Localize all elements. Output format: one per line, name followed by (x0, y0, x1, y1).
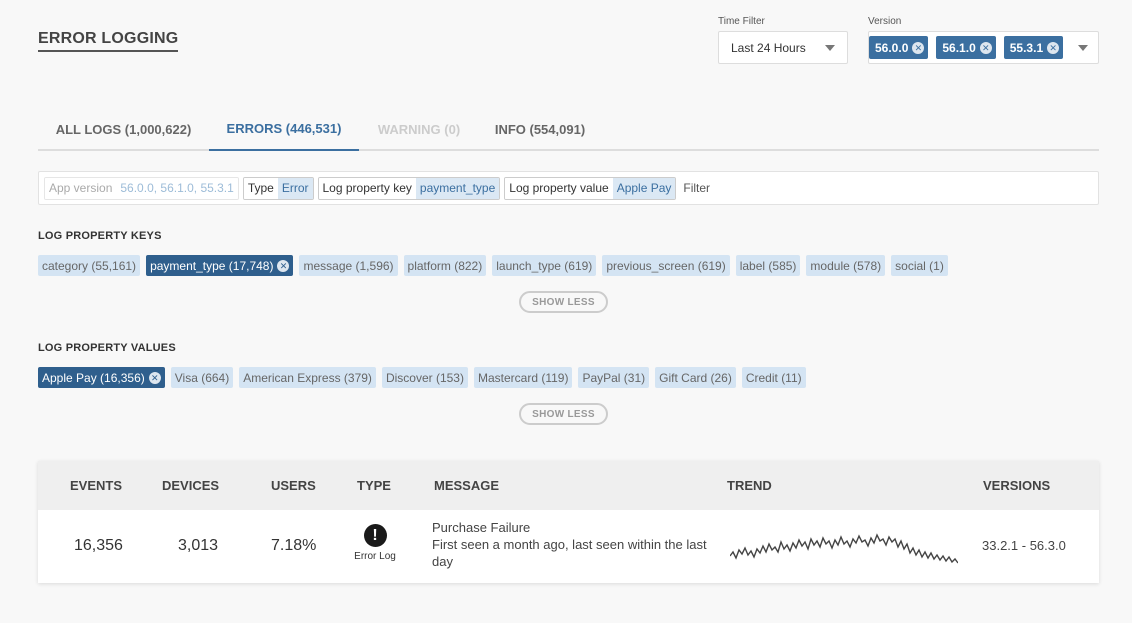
property-values-chips: Apple Pay (16,356) ✕ Visa (664) American … (38, 367, 812, 388)
property-value-chip[interactable]: PayPal (31) (578, 367, 650, 388)
table-row[interactable]: 16,356 3,013 7.18% ! Error Log Purchase … (38, 510, 1099, 583)
column-versions[interactable]: VERSIONS (983, 461, 1050, 510)
show-less-keys-button[interactable]: SHOW LESS (519, 291, 608, 313)
chevron-down-icon (825, 44, 835, 51)
property-key-chip[interactable]: message (1,596) (299, 255, 398, 276)
type-label: Error Log (354, 551, 396, 562)
tab-info[interactable]: INFO (554,091) (479, 108, 601, 151)
show-less-values-button[interactable]: SHOW LESS (519, 403, 608, 425)
remove-icon[interactable]: ✕ (148, 371, 161, 384)
property-key-chip[interactable]: category (55,161) (38, 255, 141, 276)
property-value-chip[interactable]: Gift Card (26) (655, 367, 736, 388)
query-bar: App version 56.0.0, 56.1.0, 55.3.1 Type Er… (38, 171, 1099, 205)
property-value-chip[interactable]: Discover (153) (381, 367, 468, 388)
message-cell: Purchase Failure First seen a month ago,… (432, 519, 712, 570)
property-value-chip-selected[interactable]: Apple Pay (16,356) ✕ (38, 367, 165, 388)
version-chip: 56.1.0 ✕ (936, 36, 996, 59)
time-filter-label: Time Filter (718, 16, 765, 27)
tab-errors[interactable]: ERRORS (446,531) (209, 108, 359, 151)
remove-icon[interactable]: ✕ (912, 41, 925, 54)
column-type[interactable]: TYPE (357, 461, 391, 510)
message-detail: First seen a month ago, last seen within… (432, 537, 707, 569)
query-token-property-key[interactable]: Log property key payment_type (317, 176, 501, 200)
column-devices[interactable]: DEVICES (162, 461, 219, 510)
property-value-chip[interactable]: Credit (11) (741, 367, 806, 388)
property-key-chip-selected[interactable]: payment_type (17,748) ✕ (146, 255, 294, 276)
property-key-chip[interactable]: previous_screen (619) (602, 255, 730, 276)
users-percent: 7.18% (271, 537, 317, 554)
remove-icon[interactable]: ✕ (277, 259, 290, 272)
remove-icon[interactable]: ✕ (1047, 41, 1060, 54)
property-key-chip[interactable]: module (578) (806, 255, 886, 276)
property-key-chip[interactable]: label (585) (735, 255, 801, 276)
logs-table: EVENTS DEVICES USERS TYPE MESSAGE TREND … (38, 461, 1099, 583)
property-values-title: LOG PROPERTY VALUES (38, 342, 176, 354)
property-key-chip[interactable]: platform (822) (403, 255, 487, 276)
property-keys-chips: category (55,161) payment_type (17,748) ✕… (38, 255, 954, 276)
events-count: 16,356 (74, 537, 123, 554)
column-events[interactable]: EVENTS (70, 461, 122, 510)
filter-input[interactable] (683, 181, 884, 195)
version-filter-select[interactable]: 56.0.0 ✕ 56.1.0 ✕ 55.3.1 ✕ (868, 31, 1099, 64)
property-key-chip[interactable]: social (1) (891, 255, 948, 276)
query-token-type[interactable]: Type Error (242, 176, 314, 200)
tab-warning[interactable]: WARNING (0) (359, 108, 479, 151)
time-filter-value: Last 24 Hours (731, 40, 806, 55)
property-value-chip[interactable]: Visa (664) (170, 367, 234, 388)
devices-count: 3,013 (178, 537, 219, 554)
version-chip: 55.3.1 ✕ (1003, 36, 1064, 59)
query-token-app-version[interactable]: App version 56.0.0, 56.1.0, 55.3.1 (44, 176, 239, 200)
property-value-chip[interactable]: Mastercard (119) (473, 367, 573, 388)
versions-range: 33.2.1 - 56.3.0 (982, 538, 1066, 553)
log-tabs: ALL LOGS (1,000,622) ERRORS (446,531) WA… (38, 108, 1099, 151)
column-trend[interactable]: TREND (727, 461, 772, 510)
remove-icon[interactable]: ✕ (979, 41, 992, 54)
chevron-down-icon[interactable] (1078, 44, 1088, 51)
property-keys-title: LOG PROPERTY KEYS (38, 230, 162, 242)
type-cell: ! Error Log (348, 524, 402, 562)
property-key-chip[interactable]: launch_type (619) (492, 255, 597, 276)
tab-all-logs[interactable]: ALL LOGS (1,000,622) (38, 108, 209, 151)
page-title: ERROR LOGGING (38, 30, 179, 52)
query-token-property-value[interactable]: Log property value Apple Pay (504, 176, 677, 200)
trend-sparkline (730, 533, 958, 564)
exclamation-circle-icon: ! (363, 524, 387, 547)
version-chip: 56.0.0 ✕ (869, 36, 929, 59)
version-filter-label: Version (868, 16, 902, 27)
column-users[interactable]: USERS (271, 461, 316, 510)
column-message[interactable]: MESSAGE (434, 461, 499, 510)
property-value-chip[interactable]: American Express (379) (239, 367, 376, 388)
message-title: Purchase Failure (432, 520, 531, 535)
time-filter-select[interactable]: Last 24 Hours (718, 31, 848, 64)
table-header: EVENTS DEVICES USERS TYPE MESSAGE TREND … (38, 461, 1099, 510)
